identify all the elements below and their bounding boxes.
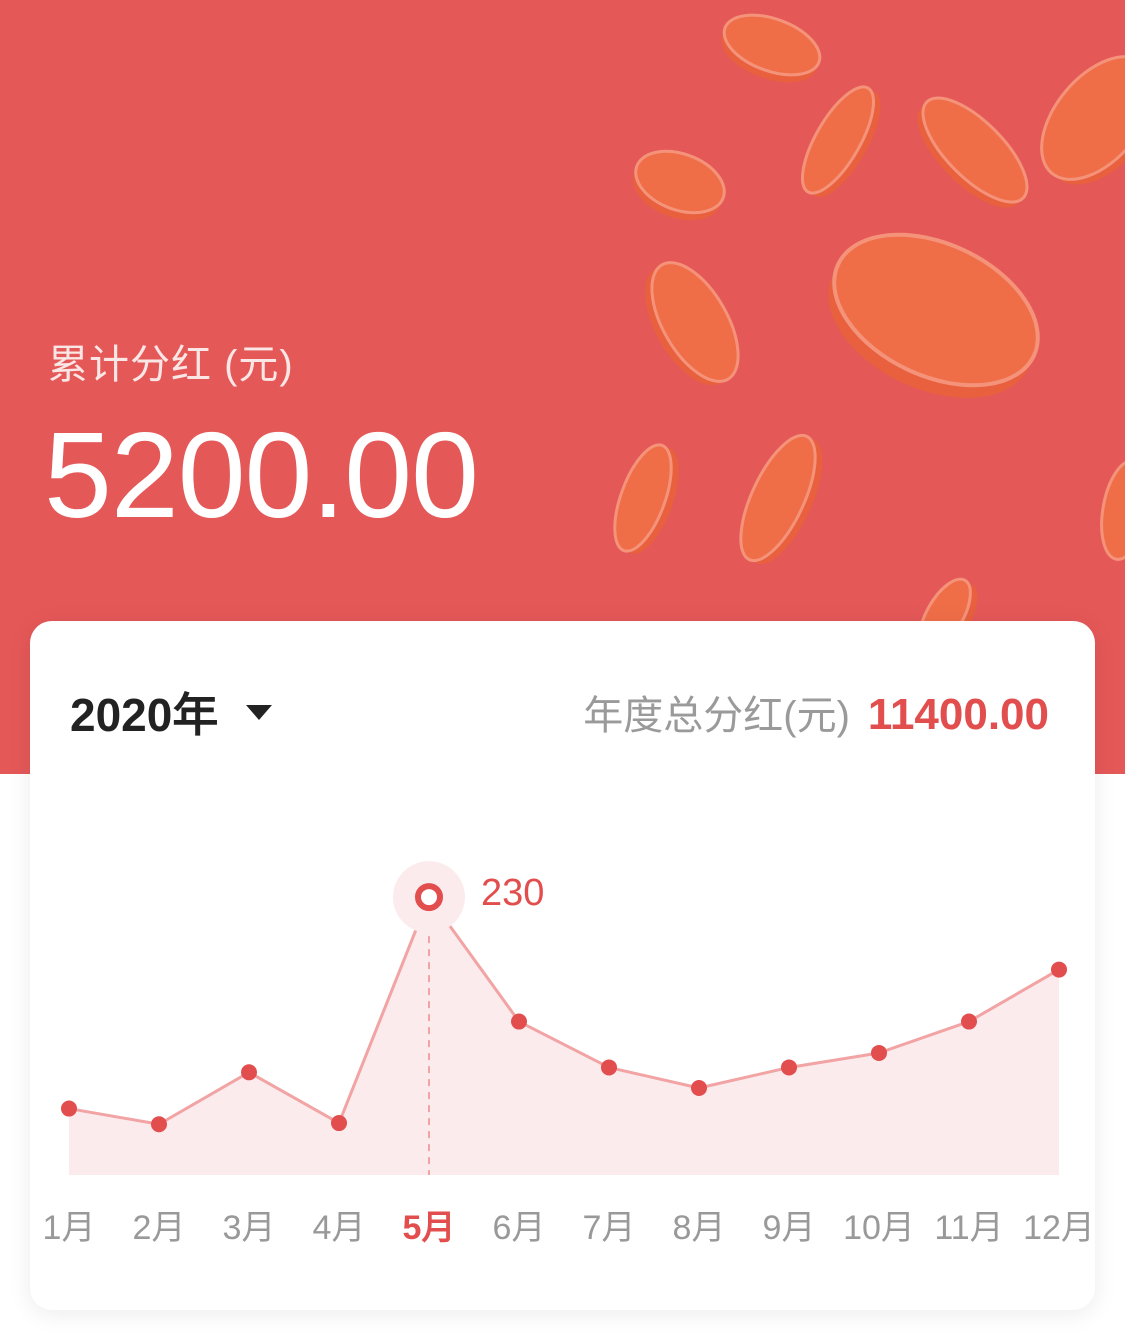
cumulative-dividend-label: 累计分红 (元) (48, 343, 294, 387)
data-point (961, 1013, 977, 1030)
data-point (601, 1059, 617, 1076)
x-tick-label: 2月 (133, 1209, 186, 1247)
data-point (781, 1059, 797, 1076)
coin-icon (800, 85, 881, 198)
x-tick-label: 8月 (673, 1209, 726, 1247)
coin-icon (632, 149, 726, 221)
x-tick-label: 7月 (583, 1209, 636, 1247)
data-point (691, 1080, 707, 1096)
data-point (151, 1116, 167, 1133)
x-tick-label: 5月 (403, 1209, 456, 1247)
coin-icon (739, 433, 823, 564)
coin-icon (1100, 459, 1125, 561)
annual-dividend-card: 2020年 年度总分红(元) 11400.00 230 1月 2月 3月 4月 5月 6月 7… (30, 621, 1095, 1310)
x-tick-label: 1月 (43, 1209, 96, 1247)
cumulative-dividend-amount: 5200.00 (44, 407, 479, 543)
coin-icon (644, 261, 740, 386)
x-tick-label: 9月 (763, 1209, 816, 1247)
data-point (241, 1064, 257, 1081)
x-tick-label: 6月 (493, 1209, 546, 1247)
data-point (1051, 961, 1067, 978)
data-point (871, 1044, 887, 1061)
chart-area (69, 897, 1059, 1175)
x-tick-label: 11月 (934, 1209, 1003, 1247)
monthly-dividend-chart: 230 1月 2月 3月 4月 5月 6月 7月 8月 9月 10月 11月 12月 (43, 861, 1095, 1247)
selected-value-label: 230 (481, 872, 544, 914)
coin-icon (828, 232, 1040, 398)
x-tick-label: 3月 (223, 1209, 276, 1247)
x-tick-label: 10月 (843, 1209, 915, 1247)
coin-icon (1040, 55, 1125, 185)
coin-icon (613, 443, 679, 554)
x-tick-label: 12月 (1023, 1209, 1095, 1247)
data-point (511, 1013, 527, 1030)
coin-icon (917, 96, 1029, 208)
x-tick-label: 4月 (313, 1209, 366, 1247)
data-point (61, 1100, 77, 1117)
data-point (331, 1115, 347, 1132)
selected-data-point (415, 883, 443, 912)
coin-icon (721, 13, 822, 83)
